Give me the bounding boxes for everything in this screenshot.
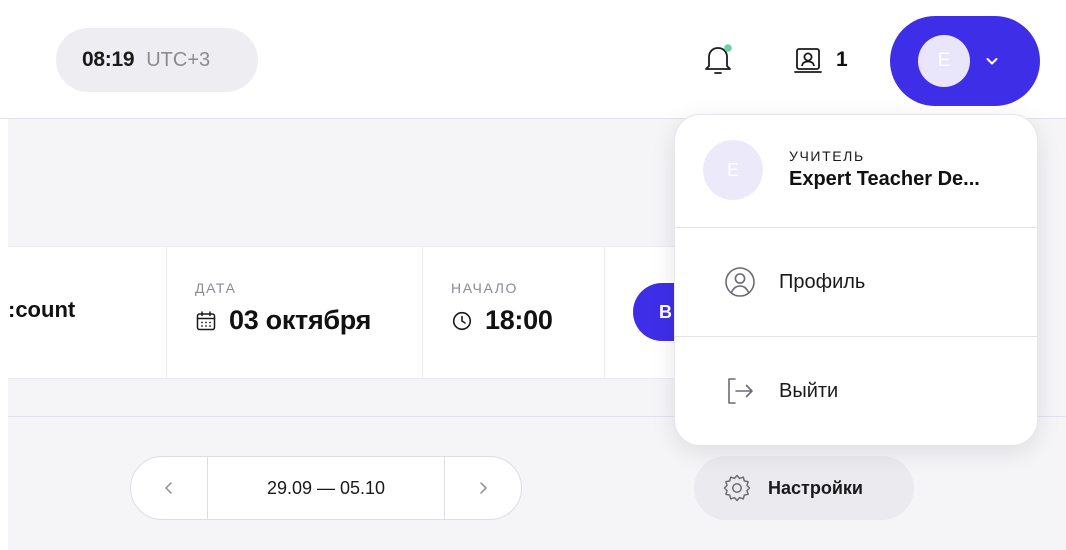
menu-item-profile[interactable]: Профиль — [675, 228, 1037, 336]
user-role: УЧИТЕЛЬ — [789, 148, 865, 164]
previous-week-button[interactable] — [131, 457, 207, 519]
logout-icon — [728, 378, 753, 404]
user-name: Expert Teacher De... — [789, 168, 980, 190]
lesson-title-cell: :count — [8, 247, 166, 378]
lesson-start-time: 18:00 — [485, 305, 553, 335]
chevron-down-icon — [986, 58, 998, 65]
profile-icon — [725, 267, 755, 297]
menu-item-profile-label: Профиль — [779, 270, 866, 293]
user-dropdown-menu: E УЧИТЕЛЬ Expert Teacher De... Профиль В… — [674, 114, 1038, 446]
next-week-button[interactable] — [445, 457, 521, 519]
week-navigator: 29.09 — 05.10 — [130, 456, 522, 520]
top-bar: 08:19 UTC+3 1 E — [0, 0, 1066, 118]
menu-item-logout-label: Выйти — [779, 379, 839, 402]
lesson-date: 03 октября — [229, 305, 372, 335]
calendar-icon — [196, 310, 216, 330]
avatar: E — [918, 35, 970, 87]
chevron-left-icon — [165, 482, 172, 494]
current-time: 08:19 — [82, 48, 135, 71]
time-indicator: 08:19 UTC+3 — [56, 28, 258, 92]
date-value: 03 октября — [195, 305, 371, 336]
gear-icon — [723, 474, 751, 502]
lesson-action-label: В — [659, 301, 672, 322]
clock-icon — [452, 311, 472, 330]
students-count: 1 — [836, 48, 848, 71]
lesson-card[interactable]: :count ДАТА 03 октября НАЧАЛО 18:00 В — [8, 246, 728, 379]
dropdown-avatar-initial: E — [726, 159, 739, 180]
user-menu-button[interactable]: E — [890, 16, 1040, 106]
bell-icon — [705, 44, 732, 74]
notification-dot — [724, 44, 732, 52]
start-value: 18:00 — [451, 305, 553, 336]
lesson-date-cell: ДАТА 03 октября — [166, 247, 422, 378]
date-label: ДАТА — [195, 280, 237, 296]
student-board-icon — [794, 48, 822, 73]
menu-item-logout[interactable]: Выйти — [675, 337, 1037, 445]
page: 08:19 UTC+3 1 E:count ДАТА 03 октября Н… — [0, 0, 1066, 550]
chevron-right-icon — [480, 482, 487, 494]
start-label: НАЧАЛО — [451, 280, 519, 296]
lesson-start-cell: НАЧАЛО 18:00 — [422, 247, 604, 378]
avatar-initial: E — [937, 50, 951, 71]
students-button[interactable]: 1 — [794, 42, 848, 78]
settings-label: Настройки — [768, 477, 863, 498]
notifications-button[interactable] — [698, 40, 738, 80]
dropdown-avatar: E — [703, 140, 763, 200]
timezone-label: UTC+3 — [146, 48, 211, 71]
week-range[interactable]: 29.09 — 05.10 — [207, 457, 445, 519]
lesson-title: :count — [8, 297, 76, 322]
dropdown-user-info: E УЧИТЕЛЬ Expert Teacher De... — [675, 115, 1037, 227]
settings-button[interactable]: Настройки — [694, 456, 914, 520]
